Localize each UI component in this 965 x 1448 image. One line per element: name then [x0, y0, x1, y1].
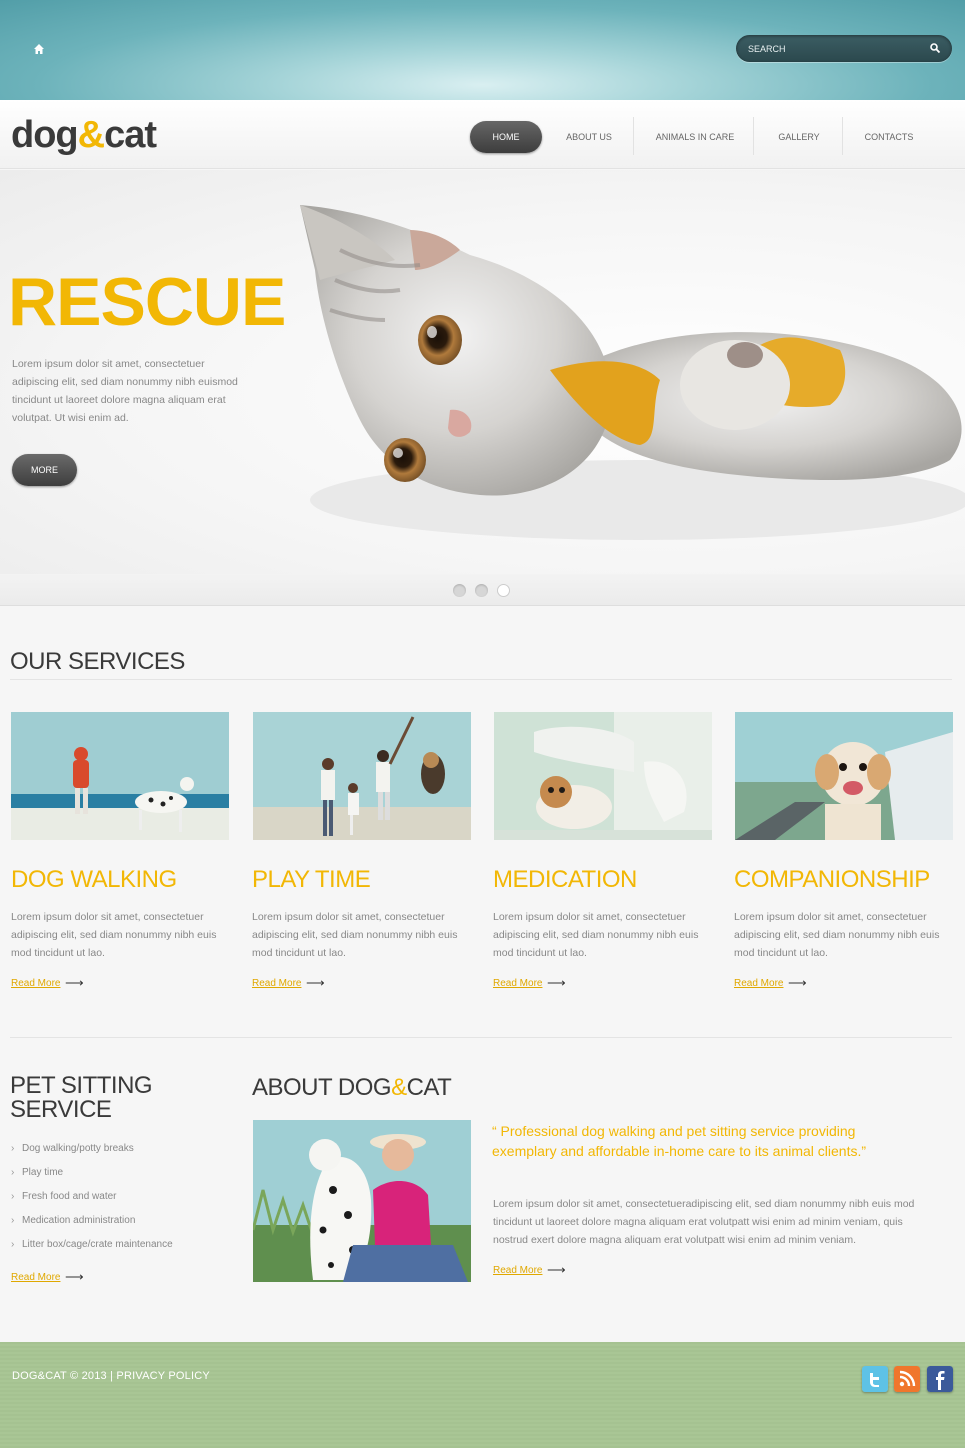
list-item-label: Play time: [22, 1167, 64, 1178]
divider: [10, 1037, 952, 1038]
about-image[interactable]: [253, 1120, 471, 1282]
service-text: Lorem ipsum dolor sit amet, consectetuer…: [493, 911, 699, 959]
search-box: [736, 35, 952, 62]
list-item: › Litter box/cage/crate maintenance: [11, 1236, 231, 1260]
pet-sitting-title: PET SITTING SERVICE: [10, 1072, 153, 1123]
bullet-icon: ›: [11, 1239, 15, 1250]
about-text: Lorem ipsum dolor sit amet, consectetuer…: [493, 1198, 915, 1246]
nav-about-us[interactable]: ABOUT US: [548, 121, 630, 153]
rss-icon[interactable]: [894, 1366, 920, 1392]
arrow-right-icon[interactable]: ⟶: [788, 975, 807, 991]
medication-image[interactable]: [494, 712, 712, 840]
arrow-right-icon[interactable]: ⟶: [547, 975, 566, 991]
about-title-amp: &: [391, 1074, 407, 1101]
list-item-label: Fresh food and water: [22, 1191, 117, 1202]
nav-gallery[interactable]: GALLERY: [756, 121, 842, 153]
read-more-link[interactable]: Read More: [734, 978, 783, 989]
nav-divider: [842, 117, 843, 155]
slider-pager: [0, 574, 965, 606]
about-title-a: ABOUT DOG: [252, 1074, 392, 1101]
arrow-right-icon[interactable]: ⟶: [65, 1269, 84, 1285]
service-title-medication: MEDICATION: [493, 866, 637, 893]
services-title: OUR SERVICES: [10, 648, 185, 675]
nav-home[interactable]: HOME: [470, 121, 542, 153]
read-more-link[interactable]: Read More: [493, 1265, 542, 1276]
bullet-icon: ›: [11, 1215, 15, 1226]
footer: [0, 1342, 965, 1448]
read-more-link[interactable]: Read More: [252, 978, 301, 989]
dog-walking-image[interactable]: [11, 712, 229, 840]
read-more-link[interactable]: Read More: [493, 978, 542, 989]
hero-title: RESCUE: [8, 264, 286, 340]
list-item: › Medication administration: [11, 1212, 231, 1236]
slide-dot-3[interactable]: [497, 584, 510, 597]
list-item-label: Litter box/cage/crate maintenance: [22, 1239, 173, 1250]
arrow-right-icon[interactable]: ⟶: [306, 975, 325, 991]
hero-text: Lorem ipsum dolor sit amet, consectetuer…: [12, 358, 238, 424]
read-more-link[interactable]: Read More: [11, 1272, 60, 1283]
pet-sitting-title-line2: SERVICE: [10, 1096, 112, 1123]
nav-divider: [633, 117, 634, 155]
list-item: › Dog walking/potty breaks: [11, 1140, 231, 1164]
companionship-image[interactable]: [735, 712, 953, 840]
list-item-label: Dog walking/potty breaks: [22, 1143, 134, 1154]
bullet-icon: ›: [11, 1191, 15, 1202]
service-text: Lorem ipsum dolor sit amet, consectetuer…: [252, 911, 458, 959]
slide-dot-2[interactable]: [475, 584, 488, 597]
twitter-icon[interactable]: [862, 1366, 888, 1392]
footer-copyright[interactable]: DOG&CAT © 2013 | PRIVACY POLICY: [12, 1370, 210, 1382]
nav-divider: [753, 117, 754, 155]
hero-slider: RESCUE Lorem ipsum dolor sit amet, conse…: [0, 170, 965, 574]
arrow-right-icon[interactable]: ⟶: [65, 975, 84, 991]
service-title-dog-walking: DOG WALKING: [11, 866, 177, 893]
list-item-label: Medication administration: [22, 1215, 136, 1226]
about-title: ABOUT DOG&CAT: [252, 1074, 452, 1102]
nav-contacts[interactable]: CONTACTS: [846, 121, 932, 153]
service-text: Lorem ipsum dolor sit amet, consectetuer…: [734, 911, 940, 959]
service-title-play-time: PLAY TIME: [252, 866, 371, 893]
list-item: › Fresh food and water: [11, 1188, 231, 1212]
list-item: › Play time: [11, 1164, 231, 1188]
divider: [10, 679, 952, 680]
more-button[interactable]: MORE: [12, 454, 77, 486]
about-quote: “ Professional dog walking and pet sitti…: [492, 1123, 867, 1159]
play-time-image[interactable]: [253, 712, 471, 840]
home-icon[interactable]: [33, 43, 45, 55]
main-nav: HOME ABOUT US ANIMALS IN CARE GALLERY CO…: [0, 121, 965, 153]
service-text: Lorem ipsum dolor sit amet, consectetuer…: [11, 911, 217, 959]
nav-animals-in-care[interactable]: ANIMALS IN CARE: [636, 121, 754, 153]
search-input[interactable]: [748, 41, 918, 57]
read-more-link[interactable]: Read More: [11, 978, 60, 989]
bullet-icon: ›: [11, 1167, 15, 1178]
service-title-companionship: COMPANIONSHIP: [734, 866, 930, 893]
facebook-icon[interactable]: [927, 1366, 953, 1392]
about-title-b: CAT: [406, 1074, 452, 1101]
pet-sitting-list: › Dog walking/potty breaks › Play time › Fr…: [11, 1140, 231, 1260]
search-icon[interactable]: [929, 42, 941, 54]
pet-sitting-title-line1: PET SITTING: [10, 1072, 153, 1099]
slide-dot-1[interactable]: [453, 584, 466, 597]
bullet-icon: ›: [11, 1143, 15, 1154]
arrow-right-icon[interactable]: ⟶: [547, 1262, 566, 1278]
